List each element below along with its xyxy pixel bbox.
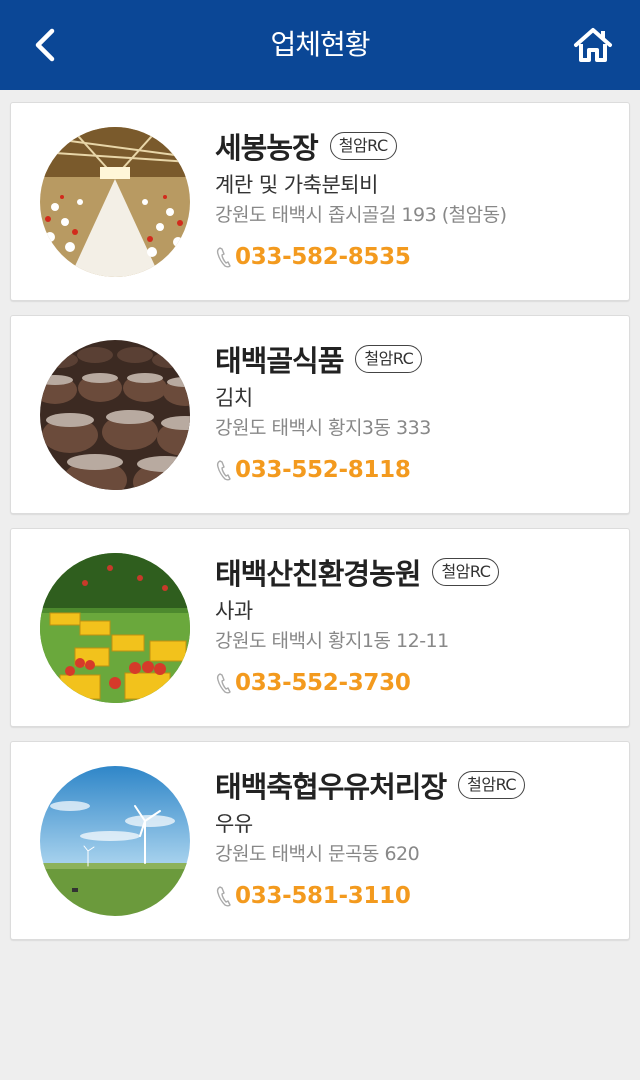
company-phone[interactable]: 033-552-8118 [235, 457, 411, 483]
company-product: 계란 및 가축분퇴비 [215, 173, 378, 197]
company-address: 강원도 태백시 좁시골길 193 (철암동) [215, 204, 507, 226]
phone-icon [216, 460, 231, 481]
company-address: 강원도 태백시 황지3동 333 [215, 417, 431, 439]
region-badge: 철암RC [458, 771, 526, 799]
company-address: 강원도 태백시 문곡동 620 [215, 843, 420, 865]
phone-link[interactable]: 033-552-3730 [215, 668, 619, 698]
apple-orchard-photo [40, 553, 190, 703]
kimchi-jars-photo [40, 340, 190, 490]
phone-link[interactable]: 033-581-3110 [215, 881, 619, 911]
company-phone[interactable]: 033-581-3110 [235, 883, 411, 909]
company-name: 태백축협우유처리장 [215, 770, 447, 804]
phone-icon [216, 247, 231, 268]
company-phone[interactable]: 033-552-3730 [235, 670, 411, 696]
region-badge: 철암RC [432, 558, 500, 586]
company-phone[interactable]: 033-582-8535 [235, 244, 411, 270]
company-name: 태백산친환경농원 [215, 557, 421, 591]
chicken-barn-photo [40, 127, 190, 277]
home-icon [574, 28, 612, 62]
phone-link[interactable]: 033-552-8118 [215, 455, 619, 485]
phone-icon [216, 673, 231, 694]
company-address: 강원도 태백시 황지1동 12-11 [215, 630, 449, 652]
phone-icon [216, 886, 231, 907]
company-product: 우유 [215, 812, 253, 836]
home-button[interactable] [568, 20, 618, 70]
company-card[interactable]: 세봉농장 철암RC 계란 및 가축분퇴비 강원도 태백시 좁시골길 193 (철… [10, 102, 630, 301]
app-header: 업체현황 [0, 0, 640, 90]
region-badge: 철암RC [355, 345, 423, 373]
wind-turbine-pasture-photo [40, 766, 190, 916]
company-list: 세봉농장 철암RC 계란 및 가축분퇴비 강원도 태백시 좁시골길 193 (철… [10, 102, 630, 954]
page-title: 업체현황 [270, 28, 370, 61]
company-name: 세봉농장 [215, 131, 319, 165]
company-card[interactable]: 태백산친환경농원 철암RC 사과 강원도 태백시 황지1동 12-11 033-… [10, 528, 630, 727]
company-card[interactable]: 태백축협우유처리장 철암RC 우유 강원도 태백시 문곡동 620 033-58… [10, 741, 630, 940]
phone-link[interactable]: 033-582-8535 [215, 242, 619, 272]
company-product: 사과 [215, 599, 253, 623]
company-product: 김치 [215, 386, 253, 410]
region-badge: 철암RC [329, 132, 397, 160]
company-card[interactable]: 태백골식품 철암RC 김치 강원도 태백시 황지3동 333 033-552-8… [10, 315, 630, 514]
company-name: 태백골식품 [215, 344, 344, 378]
